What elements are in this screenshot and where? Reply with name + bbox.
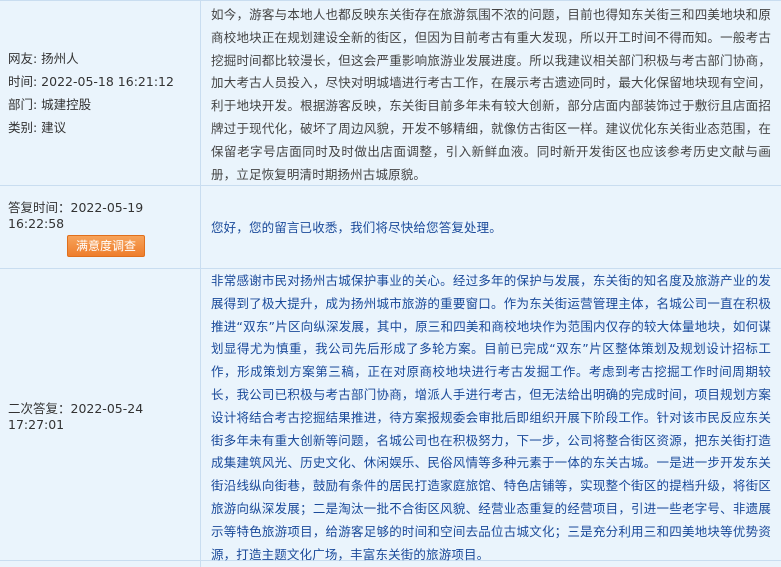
bottom-left-cell (0, 561, 201, 567)
message-content: 如今，游客与本地人也都反映东关街存在旅游氛围不浓的问题，目前也得知东关街三和四美… (201, 1, 781, 185)
category-label: 类别: 建议 (8, 120, 67, 135)
bottom-right-cell (201, 561, 781, 567)
second-reply-row: 二次答复：2022-05-24 17:27:01 非常感谢市民对扬州古城保护事业… (0, 269, 781, 562)
reply-text: 您好，您的留言已收悉，我们将尽快给您答复处理。 (211, 219, 502, 235)
message-table: 网友: 扬州人 时间: 2022-05-18 16:21:12 部门: 城建控股… (0, 0, 781, 567)
satisfaction-survey-button[interactable]: 满意度调查 (67, 235, 146, 257)
reply-content: 您好，您的留言已收悉，我们将尽快给您答复处理。 (201, 186, 781, 268)
reply-row: 答复时间：2022-05-19 16:22:58 满意度调查 您好，您的留言已收… (0, 186, 781, 269)
second-reply-content: 非常感谢市民对扬州古城保护事业的关心。经过多年的保护与发展，东关街的知名度及旅游… (201, 269, 781, 562)
reply-time-label: 答复时间：2022-05-19 16:22:58 (8, 200, 144, 231)
user-label: 网友: 扬州人 (8, 51, 79, 66)
time-label: 时间: 2022-05-18 16:21:12 (8, 74, 174, 89)
department-label: 部门: 城建控股 (8, 97, 92, 112)
second-reply-time-label: 二次答复：2022-05-24 17:27:01 (8, 400, 144, 432)
reply-meta: 答复时间：2022-05-19 16:22:58 满意度调查 (0, 186, 201, 268)
message-meta: 网友: 扬州人 时间: 2022-05-18 16:21:12 部门: 城建控股… (0, 1, 201, 185)
message-row: 网友: 扬州人 时间: 2022-05-18 16:21:12 部门: 城建控股… (0, 1, 781, 186)
second-reply-meta: 二次答复：2022-05-24 17:27:01 (0, 269, 201, 560)
table-bottom-row (0, 561, 781, 567)
